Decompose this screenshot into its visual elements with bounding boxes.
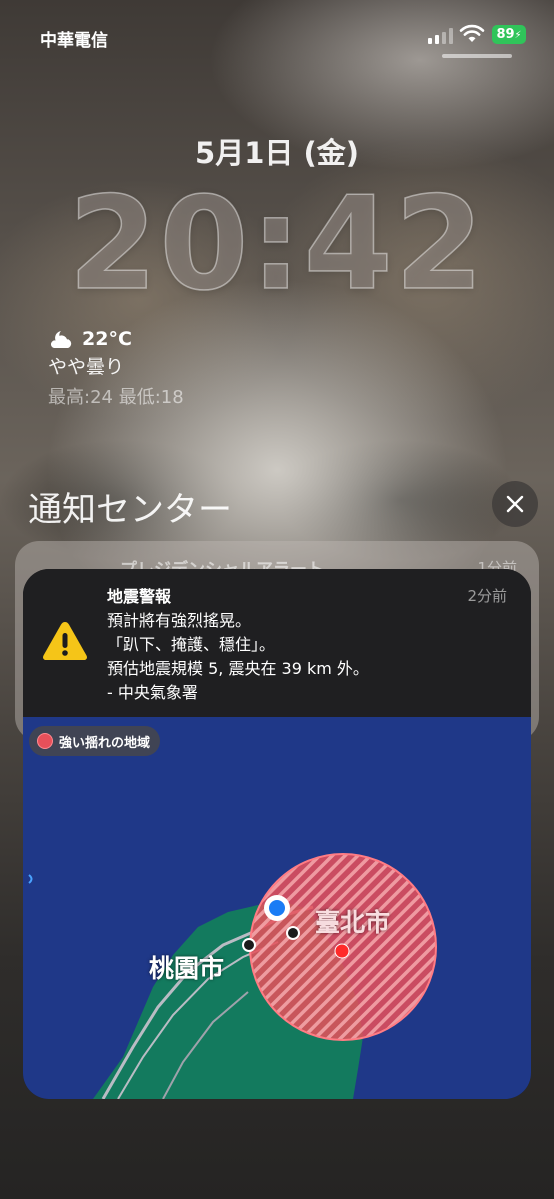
alert-header: 地震警報 2分前 預計將有強烈搖晃。 「趴下、掩護、穩住」。 預估地震規模 5,… bbox=[23, 569, 531, 717]
close-icon bbox=[506, 495, 524, 513]
city-label: 臺北市 bbox=[315, 908, 391, 937]
wifi-icon bbox=[459, 24, 485, 42]
warning-triangle-icon bbox=[43, 622, 87, 660]
control-center-grabber[interactable] bbox=[442, 54, 512, 58]
map-legend-label: 強い揺れの地域 bbox=[59, 735, 151, 751]
alert-title: 地震警報 bbox=[107, 587, 172, 606]
weather-condition: やや曇り bbox=[48, 356, 125, 378]
map-graphic bbox=[28, 853, 437, 1099]
map-legend: 強い揺れの地域 bbox=[29, 726, 161, 756]
earthquake-alert-notification[interactable]: 地震警報 2分前 預計將有強烈搖晃。 「趴下、掩護、穩住」。 預估地震規模 5,… bbox=[23, 569, 531, 1099]
charging-bolt-icon: ⚡ bbox=[514, 30, 522, 41]
epicenter-marker bbox=[334, 943, 350, 959]
weather-temperature: 22°C bbox=[82, 328, 132, 350]
alert-body-line: 預估地震規模 5, 震央在 39 km 外。 bbox=[107, 659, 369, 678]
notification-center-title: 通知センター bbox=[28, 490, 232, 530]
islet bbox=[28, 874, 33, 884]
shaking-area-swatch bbox=[37, 733, 53, 749]
partly-cloudy-night-icon bbox=[50, 331, 72, 348]
shaking-area-map[interactable]: 強い揺れの地域 臺北市 桃園市 bbox=[23, 717, 531, 1099]
carrier-label: 中華電信 bbox=[40, 31, 108, 51]
notification-center-close-button[interactable] bbox=[492, 481, 538, 527]
lock-clock: 20:42 bbox=[68, 169, 486, 320]
city-label: 桃園市 bbox=[149, 954, 225, 983]
alert-body-line: - 中央氣象署 bbox=[107, 683, 198, 702]
cellular-signal-icon bbox=[428, 28, 454, 44]
battery-level: 89 bbox=[496, 27, 515, 42]
alert-body: 預計將有強烈搖晃。 「趴下、掩護、穩住」。 預估地震規模 5, 震央在 39 k… bbox=[107, 609, 369, 705]
weather-widget[interactable]: 22°C やや曇り 最高:24 最低:18 bbox=[48, 328, 184, 409]
weather-high-low: 最高:24 最低:18 bbox=[48, 387, 184, 408]
city-marker bbox=[242, 938, 256, 952]
battery-indicator: 89⚡ bbox=[492, 25, 526, 44]
alert-body-line: 預計將有強烈搖晃。 bbox=[107, 611, 252, 630]
status-bar: 中華電信 89⚡ bbox=[0, 0, 554, 70]
city-marker bbox=[286, 926, 300, 940]
lock-date: 5月1日 (金) bbox=[195, 136, 359, 170]
alert-body-line: 「趴下、掩護、穩住」。 bbox=[107, 635, 276, 654]
alert-time: 2分前 bbox=[467, 587, 507, 605]
